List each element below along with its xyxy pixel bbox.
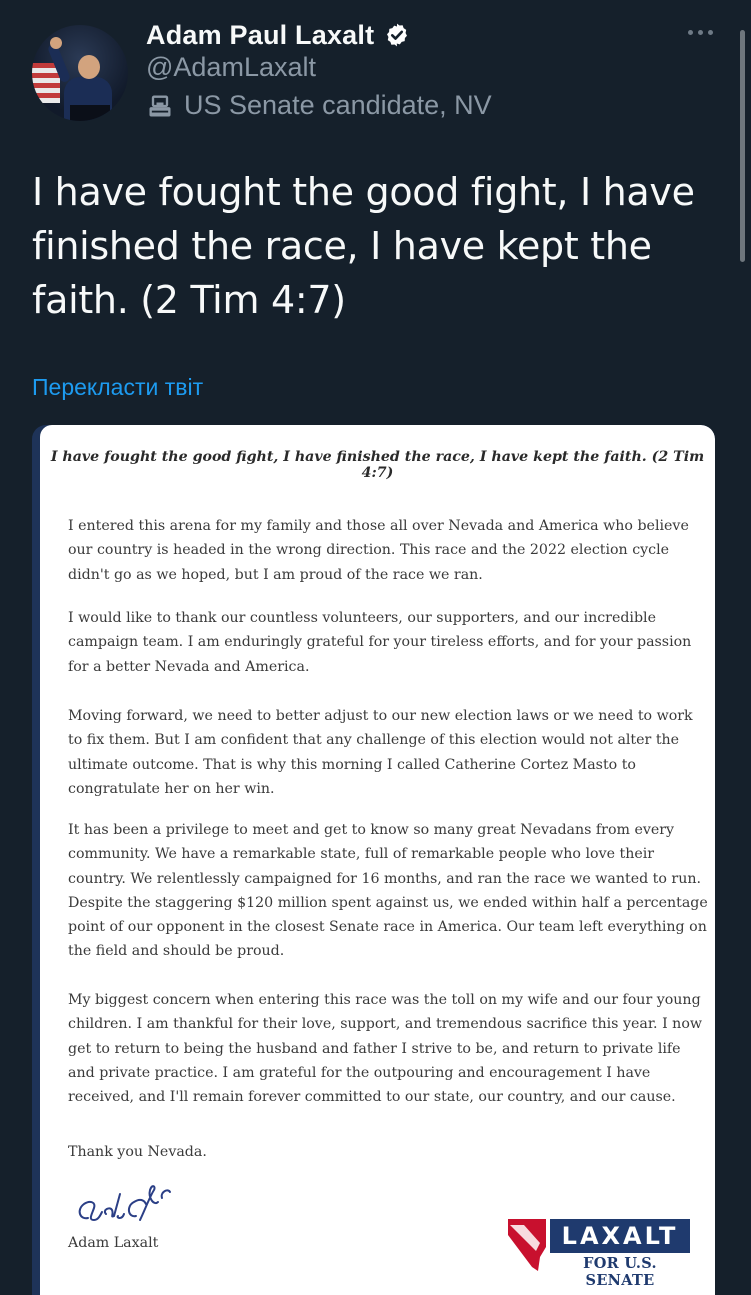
author-display-name[interactable]: Adam Paul Laxalt <box>146 20 374 51</box>
nevada-state-icon <box>508 1219 546 1271</box>
letter-paragraph: I entered this arena for my family and t… <box>68 518 689 583</box>
translate-tweet-link[interactable]: Перекласти твіт <box>32 374 203 401</box>
letter-paragraph: I would like to thank our countless volu… <box>68 610 692 675</box>
letter-paragraph: Moving forward, we need to better adjust… <box>68 708 693 797</box>
government-building-icon <box>149 95 171 116</box>
author-handle[interactable]: @AdamLaxalt <box>146 52 316 83</box>
top-fade <box>0 0 751 6</box>
letter-paper: I have fought the good fight, I have fin… <box>40 425 715 1295</box>
handwritten-signature <box>78 1185 171 1222</box>
avatar[interactable] <box>32 25 128 121</box>
more-dot <box>688 29 693 35</box>
logo-subtitle: FOR U.S. SENATE <box>583 1255 657 1289</box>
author-label-text: US Senate candidate, NV <box>184 90 492 120</box>
letter-heading: I have fought the good fight, I have fin… <box>50 449 705 481</box>
letter-closing: Thank you Nevada. <box>68 1144 207 1160</box>
letter-paragraph: It has been a privilege to meet and get … <box>68 822 708 960</box>
avatar-head <box>78 55 100 79</box>
tweet-text: I have fought the good fight, I have fin… <box>32 170 695 322</box>
author-label[interactable]: US Senate candidate, NV <box>146 90 492 121</box>
author-name-line: Adam Paul Laxalt <box>146 16 410 54</box>
verified-badge-icon <box>387 23 408 47</box>
avatar-podium <box>70 105 110 121</box>
avatar-hand <box>50 37 62 49</box>
more-icon[interactable] <box>688 24 718 40</box>
letter-signer: Adam Laxalt <box>68 1235 159 1251</box>
more-dot <box>698 29 703 35</box>
logo-wordmark: LAXALT <box>550 1219 690 1253</box>
letter-image[interactable]: I have fought the good fight, I have fin… <box>32 425 715 1295</box>
campaign-logo: LAXALT FOR U.S. SENATE <box>506 1215 696 1289</box>
letter-paragraph: My biggest concern when entering this ra… <box>68 992 703 1106</box>
more-dot <box>708 29 713 35</box>
scrollbar[interactable] <box>740 30 745 262</box>
